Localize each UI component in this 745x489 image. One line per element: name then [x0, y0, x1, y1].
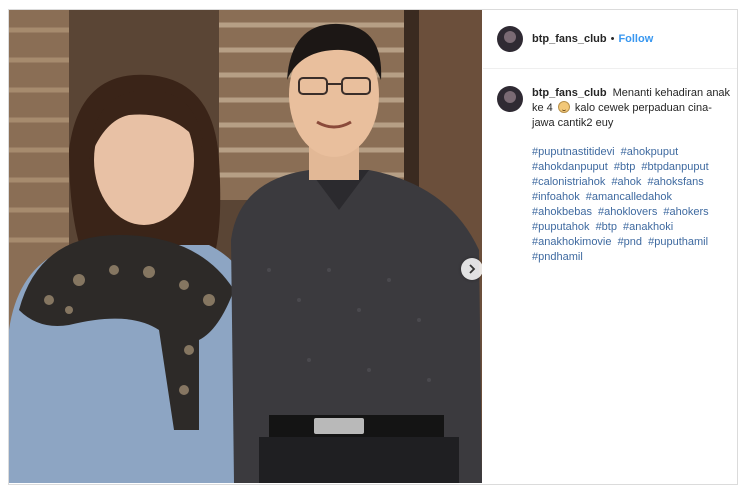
- header-text: btp_fans_club • Follow: [532, 33, 653, 45]
- hashtag-link[interactable]: #btp: [614, 161, 635, 173]
- caption-comment: btp_fans_club Menanti kehadiran anak ke …: [497, 86, 731, 265]
- hashtag-link[interactable]: #calonistriahok: [532, 176, 605, 188]
- username-link[interactable]: btp_fans_club: [532, 33, 607, 45]
- post-photo[interactable]: [9, 10, 482, 483]
- hashtag-link[interactable]: #infoahok: [532, 191, 580, 203]
- hashtag-link[interactable]: #puputahok: [532, 221, 590, 233]
- comment-avatar[interactable]: [497, 86, 523, 112]
- caption-text: btp_fans_club Menanti kehadiran anak ke …: [532, 86, 732, 131]
- hashtag-link[interactable]: #ahokdanpuput: [532, 161, 608, 173]
- hashtag-link[interactable]: #anakhokimovie: [532, 236, 612, 248]
- comment-body: btp_fans_club Menanti kehadiran anak ke …: [532, 86, 732, 265]
- smiling-face-emoji-icon: [557, 101, 570, 113]
- separator-dot: •: [610, 33, 615, 45]
- avatar[interactable]: [497, 26, 523, 52]
- hashtag-link[interactable]: #ahokers: [663, 206, 708, 218]
- hashtag-link[interactable]: #btp: [596, 221, 617, 233]
- post-sidebar: btp_fans_club • Follow btp_fans_club Men…: [483, 10, 737, 483]
- chevron-right-icon: [469, 264, 476, 274]
- hashtag-link[interactable]: #puputnastitidevi: [532, 146, 615, 158]
- post-header: btp_fans_club • Follow: [483, 10, 737, 69]
- hashtag-link[interactable]: #pnd: [618, 236, 642, 248]
- hashtag-link[interactable]: #ahoklovers: [598, 206, 657, 218]
- hashtag-list: #puputnastitidevi #ahokpuput #ahokdanpup…: [532, 145, 732, 265]
- hashtag-link[interactable]: #ahok: [611, 176, 641, 188]
- hashtag-link[interactable]: #ahokpuput: [621, 146, 679, 158]
- comment-username-link[interactable]: btp_fans_club: [532, 87, 607, 99]
- photo-illustration: [9, 10, 482, 483]
- hashtag-link[interactable]: #puputhamil: [648, 236, 708, 248]
- hashtag-link[interactable]: #anakhoki: [623, 221, 673, 233]
- next-photo-button[interactable]: [461, 258, 482, 280]
- follow-button[interactable]: Follow: [618, 33, 653, 45]
- hashtag-link[interactable]: #pndhamil: [532, 251, 583, 263]
- hashtag-link[interactable]: #ahokbebas: [532, 206, 592, 218]
- hashtag-link[interactable]: #ahoksfans: [647, 176, 703, 188]
- hashtag-link[interactable]: #amancalledahok: [586, 191, 672, 203]
- hashtag-link[interactable]: #btpdanpuput: [641, 161, 708, 173]
